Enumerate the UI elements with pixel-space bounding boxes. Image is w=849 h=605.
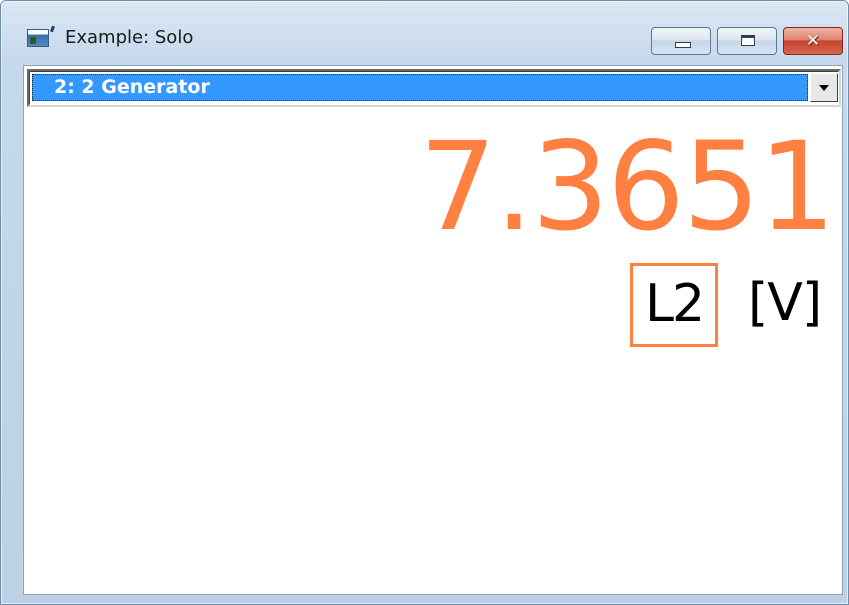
measurement-value: 7.3651 <box>419 116 836 258</box>
client-area: 2: 2 Generator 7.3651 L2 [V] <box>23 65 843 595</box>
selected-option[interactable]: 2: 2 Generator <box>32 74 808 101</box>
close-icon: ✕ <box>805 31 821 51</box>
selected-option-label: 2: 2 Generator <box>54 76 210 98</box>
minimize-icon <box>675 42 691 48</box>
channel-indicator[interactable]: L2 <box>630 263 718 347</box>
maximize-icon <box>741 35 755 46</box>
minimize-button[interactable] <box>651 27 711 55</box>
channel-label: L2 <box>644 274 705 334</box>
chevron-down-icon <box>819 85 829 91</box>
dropdown-button[interactable] <box>810 73 838 102</box>
app-icon[interactable] <box>27 29 49 47</box>
window-title: Example: Solo <box>65 27 194 48</box>
title-bar[interactable]: Example: Solo ✕ <box>1 1 848 59</box>
unit-label: [V] <box>748 273 822 333</box>
generator-select[interactable]: 2: 2 Generator <box>27 69 841 107</box>
maximize-button[interactable] <box>717 27 777 55</box>
app-window: Example: Solo ✕ 2: 2 Generator 7.3651 L2… <box>0 0 849 605</box>
close-button[interactable]: ✕ <box>783 27 843 55</box>
